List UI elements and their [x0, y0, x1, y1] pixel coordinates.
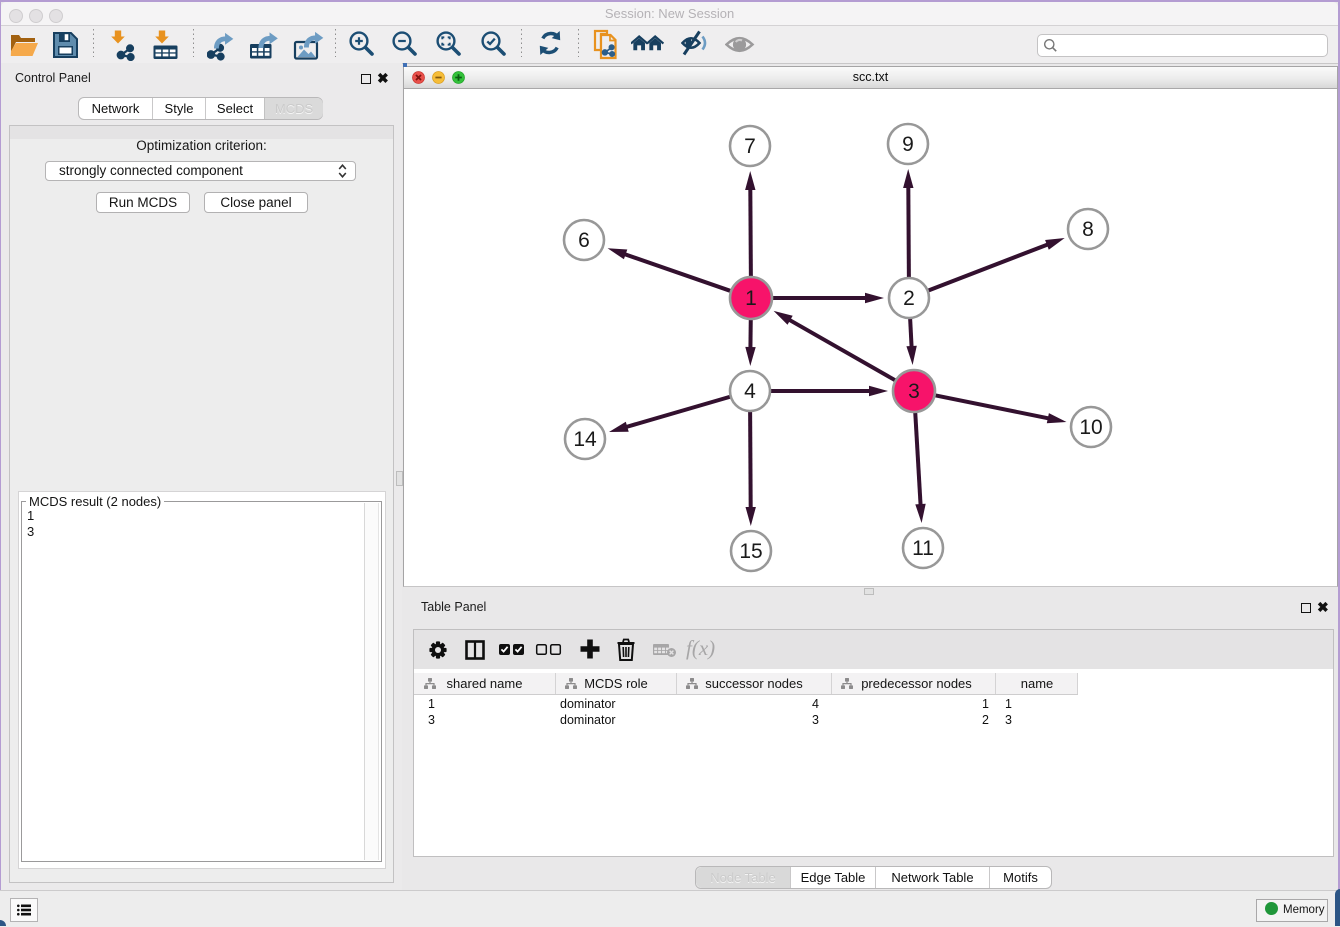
svg-text:10: 10: [1079, 416, 1102, 439]
svg-text:1: 1: [745, 287, 757, 310]
svg-text:7: 7: [744, 135, 756, 158]
svg-text:8: 8: [1082, 218, 1094, 241]
svg-text:4: 4: [744, 380, 756, 403]
svg-text:3: 3: [908, 380, 920, 403]
svg-text:6: 6: [578, 229, 590, 252]
svg-text:2: 2: [903, 287, 915, 310]
svg-text:9: 9: [902, 133, 914, 156]
svg-text:14: 14: [573, 428, 597, 451]
svg-text:15: 15: [739, 540, 762, 563]
svg-text:11: 11: [912, 537, 934, 560]
